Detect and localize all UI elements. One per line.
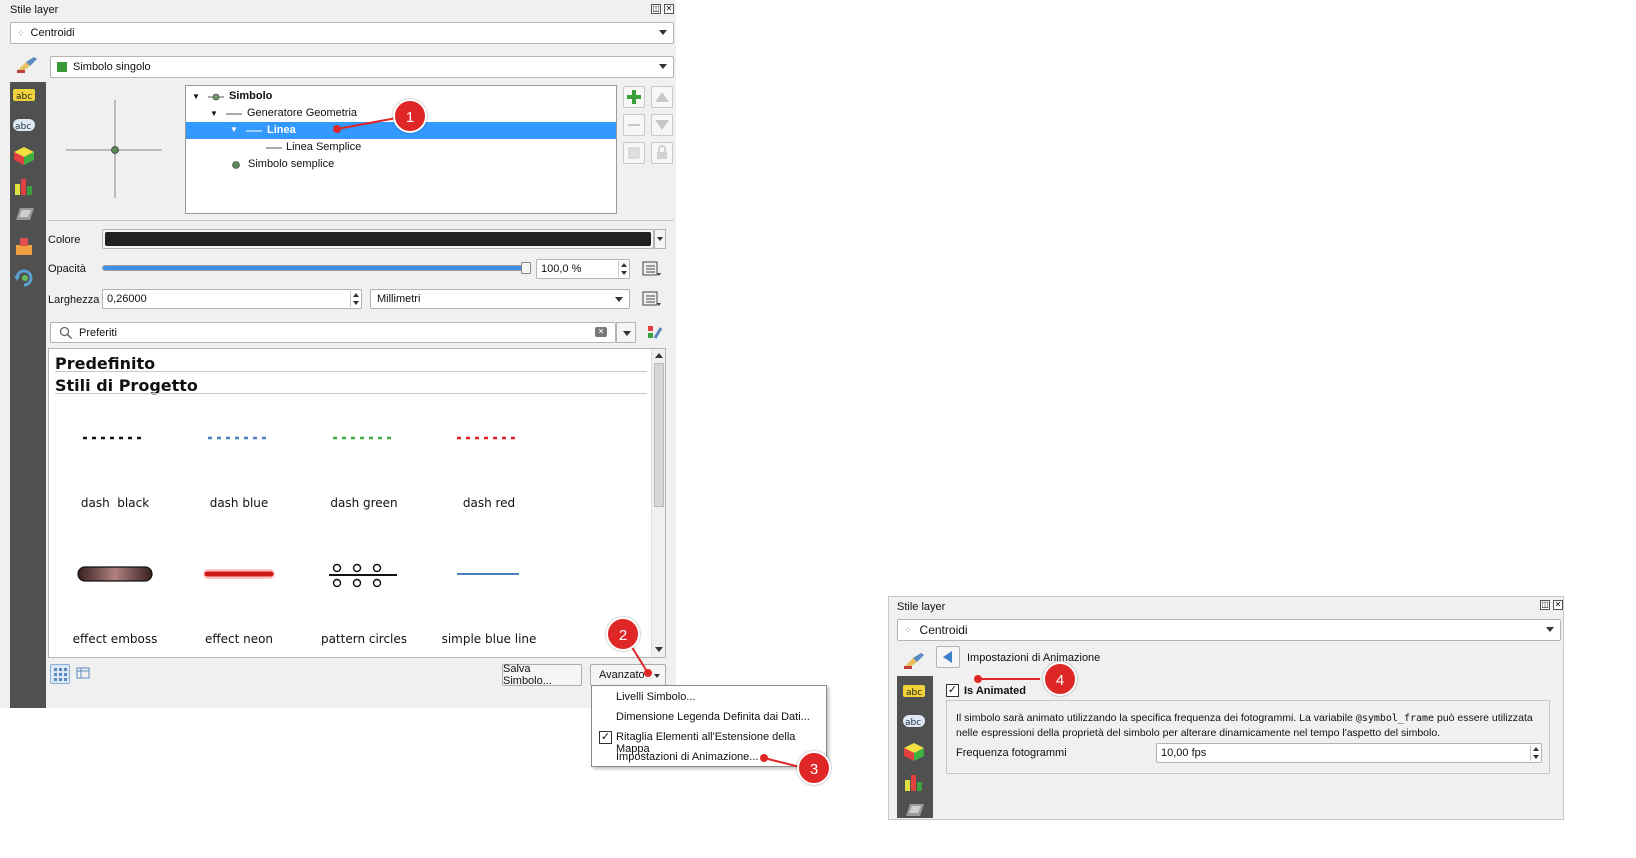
callout-lines — [333, 116, 1040, 768]
callout-marker: 2 — [606, 617, 640, 651]
callout-marker: 3 — [797, 751, 831, 785]
callout-marker: 4 — [1043, 662, 1077, 696]
callout-marker: 1 — [393, 99, 427, 133]
